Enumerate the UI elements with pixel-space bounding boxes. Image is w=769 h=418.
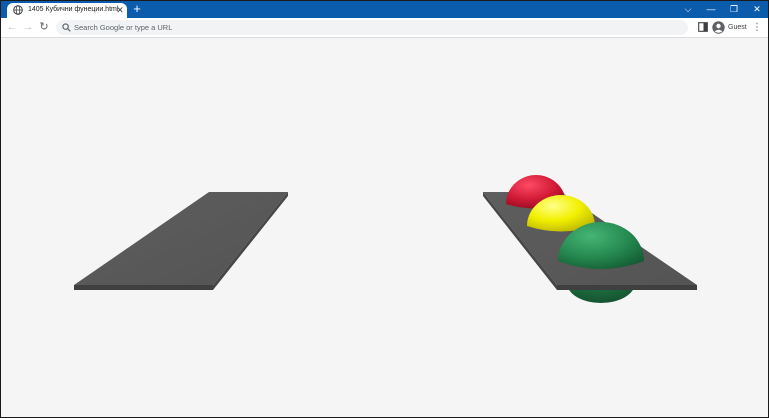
page-viewport <box>1 38 768 417</box>
profile-avatar-icon[interactable] <box>712 21 725 34</box>
restore-button[interactable]: ❐ <box>723 1 745 18</box>
back-button[interactable]: ← <box>5 20 19 35</box>
left-plate <box>74 192 288 290</box>
3d-scene[interactable] <box>1 38 768 417</box>
browser-toolbar: ← → ↻ Guest ⋮ <box>1 18 768 38</box>
browser-window: 1405 Кубични фунеции.html ✕ + ⌵ — ❐ ✕ ← … <box>0 0 769 418</box>
address-input[interactable] <box>74 20 674 35</box>
globe-icon <box>13 5 23 15</box>
address-bar[interactable] <box>56 20 688 35</box>
menu-icon[interactable]: ⋮ <box>752 20 762 35</box>
tab-title: 1405 Кубични фунеции.html <box>28 6 119 13</box>
browser-tab[interactable]: 1405 Кубични фунеции.html ✕ <box>7 3 127 18</box>
minimize-button[interactable]: — <box>700 1 722 18</box>
side-panel-icon[interactable] <box>698 22 708 32</box>
reload-button[interactable]: ↻ <box>37 20 51 35</box>
new-tab-button[interactable]: + <box>131 2 143 16</box>
profile-label[interactable]: Guest <box>728 22 747 33</box>
tab-search-dropdown-icon[interactable]: ⌵ <box>677 1 699 18</box>
close-window-button[interactable]: ✕ <box>746 1 768 18</box>
forward-button[interactable]: → <box>21 20 35 35</box>
title-bar: 1405 Кубични фунеции.html ✕ + ⌵ — ❐ ✕ <box>1 1 768 18</box>
tab-close-icon[interactable]: ✕ <box>115 4 125 16</box>
search-icon <box>62 23 71 32</box>
